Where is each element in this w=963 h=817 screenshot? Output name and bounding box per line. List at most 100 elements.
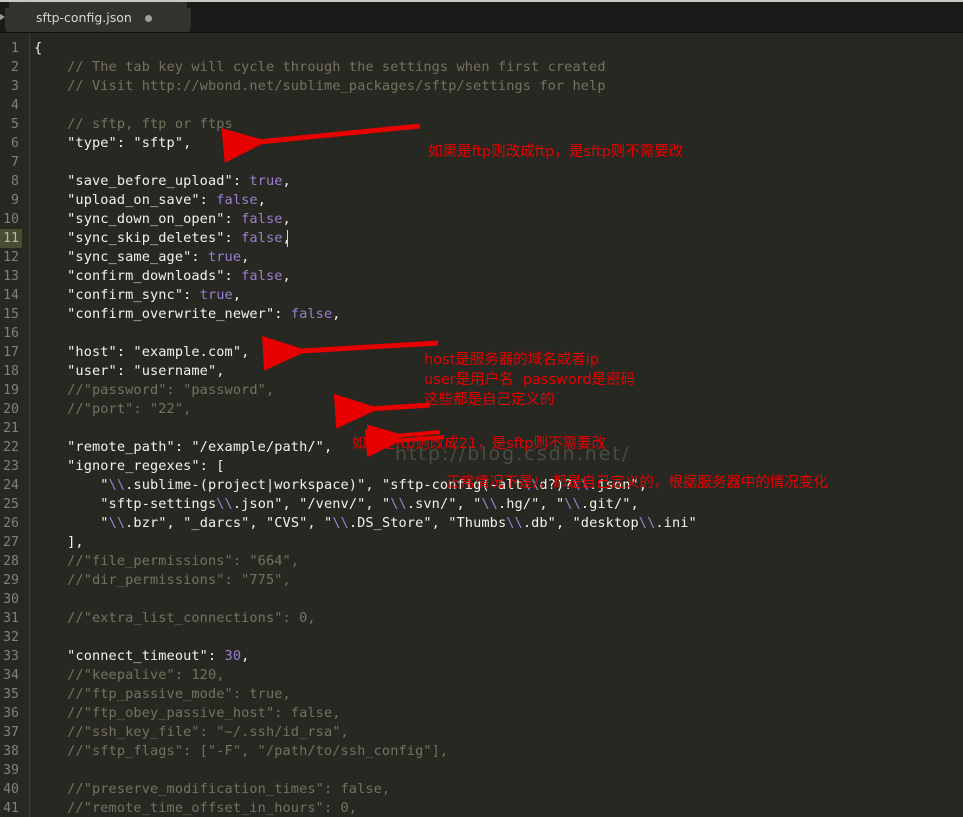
line-number: 4 (11, 98, 19, 113)
code-token: //"extra_list_connections": 0, (34, 610, 316, 626)
code-line[interactable]: "confirm_downloads": false, (34, 267, 291, 286)
code-token: "connect_timeout": (34, 648, 225, 664)
code-token: "type": "sftp", (34, 135, 192, 151)
code-line[interactable]: "\\.bzr", "_darcs", "CVS", "\\.DS_Store"… (34, 514, 697, 533)
code-line[interactable]: "ignore_regexes": [ (34, 457, 225, 476)
code-token: .svn/", " (406, 496, 482, 512)
line-number: 12 (3, 250, 19, 265)
code-line[interactable]: "user": "username", (34, 362, 225, 381)
code-token: .hg/", " (497, 496, 565, 512)
triangle-right-icon[interactable] (0, 9, 5, 25)
code-token: \\ (564, 496, 581, 512)
code-token: //"preserve_modification_times": false, (34, 781, 391, 797)
line-number: 10 (3, 212, 19, 227)
code-line[interactable]: "sync_skip_deletes": false, (34, 229, 291, 248)
code-token: "ignore_regexes": [ (34, 458, 225, 474)
code-line[interactable]: "sync_same_age": true, (34, 248, 249, 267)
code-line[interactable]: // Visit http://wbond.net/sublime_packag… (34, 77, 606, 96)
line-number: 38 (3, 744, 19, 759)
code-token: //"sftp_flags": ["-F", "/path/to/ssh_con… (34, 743, 449, 759)
code-line[interactable]: //"port": "22", (34, 400, 191, 419)
code-token: ], (34, 534, 84, 550)
tab-sftp-config-json[interactable]: sftp-config.json (9, 2, 187, 32)
code-token: "save_before_upload": (34, 173, 250, 189)
code-line[interactable]: "confirm_sync": true, (34, 286, 241, 305)
code-token: , (241, 648, 250, 664)
code-line[interactable]: //"ssh_key_file": "~/.ssh/id_rsa", (34, 723, 349, 742)
code-line[interactable]: "remote_path": "/example/path/", (34, 438, 332, 457)
line-number: 23 (3, 459, 19, 474)
line-number: 20 (3, 402, 19, 417)
code-line[interactable]: "confirm_overwrite_newer": false, (34, 305, 341, 324)
line-number: 28 (3, 554, 19, 569)
code-token: // The tab key will cycle through the se… (34, 59, 606, 75)
code-token: .bzr", "_darcs", "CVS", " (125, 515, 333, 531)
line-number: 31 (3, 611, 19, 626)
line-number: 26 (3, 516, 19, 531)
line-number: 14 (3, 288, 19, 303)
code-editor[interactable]: 1 2 3 4 5 6 7 8 9 10 11 12 13 14 15 16 17 18 19 20 21 22 23 24 2… (0, 33, 963, 817)
code-token: //"password": "password", (34, 382, 275, 398)
code-line[interactable]: ], (34, 533, 84, 552)
code-line[interactable]: "sync_down_on_open": false, (34, 210, 291, 229)
code-line[interactable]: "host": "example.com", (34, 343, 249, 362)
line-number: 22 (3, 440, 19, 455)
code-line[interactable]: //"preserve_modification_times": false, (34, 780, 390, 799)
code-token: \\ (390, 496, 407, 512)
code-token: 30 (224, 648, 242, 664)
code-token: , (241, 249, 250, 265)
line-number: 18 (3, 364, 19, 379)
line-number: 32 (3, 630, 19, 645)
tab-bar: sftp-config.json (0, 0, 963, 33)
line-number: 2 (11, 60, 19, 75)
code-line[interactable]: //"extra_list_connections": 0, (34, 609, 316, 628)
annotation-type-note: 如果是ftp则改成ftp，是sftp则不需要改 (428, 144, 684, 160)
line-number: 35 (3, 687, 19, 702)
code-token: //"file_permissions": "664", (34, 553, 300, 569)
code-token: //"dir_permissions": "775", (34, 572, 291, 588)
code-line[interactable]: //"ftp_obey_passive_host": false, (34, 704, 341, 723)
code-token: "sync_skip_deletes": (34, 230, 242, 246)
code-token: .ini" (655, 515, 697, 531)
dirty-dot-icon[interactable] (145, 15, 152, 22)
code-token: "upload_on_save": (34, 192, 217, 208)
code-token: "sync_same_age": (34, 249, 208, 265)
code-token: "remote_path": "/example/path/", (34, 439, 333, 455)
indent-guide-rule (29, 33, 30, 817)
line-number: 30 (3, 592, 19, 607)
code-token: \\ (638, 515, 656, 531)
code-token: //"ftp_obey_passive_host": false, (34, 705, 341, 721)
line-number: 33 (3, 649, 19, 664)
code-line[interactable]: //"ftp_passive_mode": true, (34, 685, 291, 704)
code-line[interactable]: "save_before_upload": true, (34, 172, 291, 191)
annotation-port-note: 如果是ftp则改成21，是sftp则不需要改 (352, 436, 606, 452)
code-line[interactable]: //"dir_permissions": "775", (34, 571, 291, 590)
code-token: false (216, 192, 258, 208)
line-number: 27 (3, 535, 19, 550)
code-line[interactable]: "upload_on_save": false, (34, 191, 266, 210)
code-line[interactable]: //"sftp_flags": ["-F", "/path/to/ssh_con… (34, 742, 448, 761)
code-token: , (282, 268, 291, 284)
code-line[interactable]: //"password": "password", (34, 381, 274, 400)
line-number: 34 (3, 668, 19, 683)
code-line[interactable]: // sftp, ftp or ftps (34, 115, 233, 134)
code-token: { (34, 40, 43, 56)
code-token: false (241, 268, 283, 284)
line-number: 11 (0, 229, 22, 248)
code-token: true (207, 249, 242, 265)
code-token: , (232, 287, 242, 303)
code-line[interactable]: "type": "sftp", (34, 134, 191, 153)
code-line[interactable]: { (34, 39, 42, 58)
code-line[interactable]: // The tab key will cycle through the se… (34, 58, 606, 77)
code-line[interactable]: //"file_permissions": "664", (34, 552, 299, 571)
code-line[interactable]: //"remote_time_offset_in_hours": 0, (34, 799, 357, 817)
text-caret (287, 230, 289, 247)
line-number: 29 (3, 573, 19, 588)
code-line[interactable]: //"keepalive": 120, (34, 666, 225, 685)
code-token: .json", "/venv/", " (232, 496, 391, 512)
code-token: //"ssh_key_file": "~/.ssh/id_rsa", (34, 724, 349, 740)
code-line[interactable]: "connect_timeout": 30, (34, 647, 249, 666)
code-token: "confirm_downloads": (34, 268, 242, 284)
code-line[interactable]: "sftp-settings\\.json", "/venv/", "\\.sv… (34, 495, 639, 514)
line-number: 36 (3, 706, 19, 721)
